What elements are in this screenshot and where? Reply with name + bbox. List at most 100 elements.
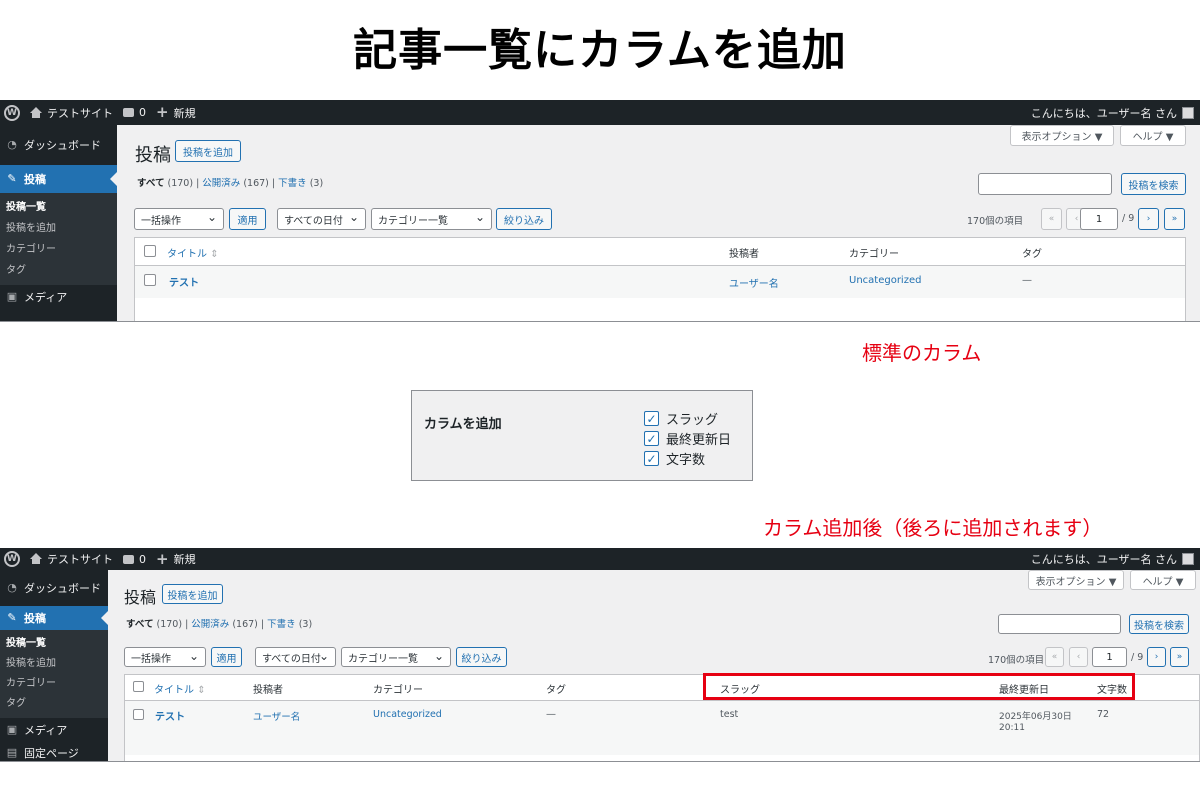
sidebar-item-media[interactable]: ▣ メディア: [0, 285, 117, 309]
dashboard-icon: ◔: [7, 581, 17, 594]
apply-button[interactable]: 適用: [211, 647, 242, 667]
items-count: 170個の項目: [967, 216, 1024, 227]
post-modified-date: 2025年06月30日: [999, 712, 1072, 722]
post-tag: —: [1022, 275, 1032, 286]
date-filter-select[interactable]: すべての日付: [255, 647, 336, 667]
sidebar-item-media[interactable]: ▣ メディア: [0, 718, 108, 742]
post-category-link[interactable]: Uncategorized: [373, 709, 442, 720]
admin-bar: W テストサイト 0 + 新規 こんにちは、ユーザー名 さん: [0, 100, 1200, 125]
screen-title: 投稿: [124, 588, 157, 607]
prev-page-button[interactable]: ‹: [1069, 647, 1088, 667]
last-page-button[interactable]: »: [1170, 647, 1189, 667]
sidebar-item-pages[interactable]: ▤ 固定ページ: [0, 742, 108, 761]
sidebar-subitem-tag[interactable]: タグ: [0, 694, 108, 714]
current-page-input[interactable]: 1: [1092, 647, 1127, 667]
category-filter-select[interactable]: カテゴリー一覧: [341, 647, 451, 667]
admin-sidebar: ◔ ダッシュボード ✎ 投稿 投稿一覧 投稿を追加 カテゴリー タグ ▣ メディア ▤…: [0, 570, 108, 761]
screen-options-button[interactable]: 表示オプション ▼: [1010, 125, 1114, 146]
sidebar-item-posts[interactable]: ✎ 投稿: [0, 165, 117, 193]
sidebar-subitem-add-post[interactable]: 投稿を追加: [0, 654, 108, 674]
comments-link[interactable]: 0: [123, 553, 146, 566]
bulk-action-select[interactable]: 一括操作: [134, 208, 224, 230]
sidebar-subitem-category[interactable]: カテゴリー: [0, 674, 108, 694]
screen-options-button[interactable]: 表示オプション ▼: [1028, 570, 1124, 590]
filter-all[interactable]: すべて: [126, 619, 153, 630]
home-icon: [30, 106, 42, 118]
sidebar-subitem-add-post[interactable]: 投稿を追加: [0, 218, 117, 239]
account-menu[interactable]: こんにちは、ユーザー名 さん: [1031, 551, 1194, 567]
date-filter-select[interactable]: すべての日付: [277, 208, 366, 230]
sidebar-subitem-all-posts[interactable]: 投稿一覧: [0, 634, 108, 654]
apply-button[interactable]: 適用: [229, 208, 266, 230]
standard-columns-caption: 標準のカラム: [862, 341, 982, 365]
first-page-button[interactable]: «: [1045, 647, 1064, 667]
wordpress-logo-icon[interactable]: W: [4, 104, 20, 121]
checked-checkbox-icon[interactable]: ✓: [644, 451, 659, 466]
post-category-link[interactable]: Uncategorized: [849, 275, 921, 286]
column-title[interactable]: タイトル ⇕: [167, 245, 219, 260]
site-name-link[interactable]: テストサイト: [30, 551, 113, 567]
page-icon: ▤: [6, 746, 18, 759]
filter-published[interactable]: 公開済み: [202, 178, 240, 189]
post-title-link[interactable]: テスト: [155, 708, 185, 723]
select-all-checkbox[interactable]: [144, 245, 156, 257]
total-pages: / 9: [1122, 213, 1135, 224]
bulk-action-select[interactable]: 一括操作: [124, 647, 206, 667]
sidebar-subitem-tag[interactable]: タグ: [0, 260, 117, 281]
status-filters: すべて (170) | 公開済み (167) | 下書き (3): [137, 178, 324, 189]
filter-button[interactable]: 絞り込み: [456, 647, 507, 667]
site-name-link[interactable]: テストサイト: [30, 105, 113, 121]
column-author: 投稿者: [729, 249, 759, 260]
table-row: テスト ユーザー名 Uncategorized — test 2025年06月3…: [125, 701, 1199, 755]
post-title-link[interactable]: テスト: [169, 274, 199, 289]
filter-all[interactable]: すべて: [137, 178, 164, 189]
checked-checkbox-icon[interactable]: ✓: [644, 431, 659, 446]
post-author-link[interactable]: ユーザー名: [253, 709, 300, 723]
checked-checkbox-icon[interactable]: ✓: [644, 411, 659, 426]
add-columns-title: カラムを追加: [424, 417, 502, 432]
next-page-button[interactable]: ›: [1138, 208, 1159, 230]
current-page-input[interactable]: 1: [1080, 208, 1118, 230]
add-post-button[interactable]: 投稿を追加: [162, 584, 223, 604]
new-content-link[interactable]: + 新規: [156, 551, 196, 567]
filter-draft[interactable]: 下書き: [267, 619, 296, 630]
post-author-link[interactable]: ユーザー名: [729, 275, 779, 290]
sidebar-item-dashboard[interactable]: ◔ ダッシュボード: [0, 125, 117, 165]
search-posts-button[interactable]: 投稿を検索: [1121, 173, 1186, 195]
sidebar-subitem-all-posts[interactable]: 投稿一覧: [0, 197, 117, 218]
last-page-button[interactable]: »: [1164, 208, 1185, 230]
search-input[interactable]: [978, 173, 1112, 195]
column-title[interactable]: タイトル ⇕: [154, 681, 206, 696]
search-input[interactable]: [998, 614, 1121, 634]
row-checkbox[interactable]: [144, 274, 156, 286]
account-menu[interactable]: こんにちは、ユーザー名 さん: [1031, 105, 1194, 121]
comments-link[interactable]: 0: [123, 106, 146, 119]
admin-bar: W テストサイト 0 + 新規 こんにちは、ユーザー名 さん: [0, 548, 1200, 570]
sidebar-item-dashboard[interactable]: ◔ ダッシュボード: [0, 570, 108, 606]
posts-screen: 表示オプション ▼ ヘルプ ▼ 投稿 投稿を追加 すべて (170) | 公開済…: [117, 125, 1200, 321]
next-page-button[interactable]: ›: [1147, 647, 1166, 667]
first-page-button[interactable]: «: [1041, 208, 1062, 230]
option-slug[interactable]: ✓ スラッグ: [644, 409, 718, 428]
plus-icon: +: [156, 549, 169, 568]
new-content-link[interactable]: + 新規: [156, 105, 196, 121]
help-button[interactable]: ヘルプ ▼: [1130, 570, 1196, 590]
category-filter-select[interactable]: カテゴリー一覧: [371, 208, 492, 230]
sidebar-item-posts[interactable]: ✎ 投稿: [0, 606, 108, 630]
help-button[interactable]: ヘルプ ▼: [1120, 125, 1186, 146]
filter-draft[interactable]: 下書き: [278, 178, 307, 189]
filter-published[interactable]: 公開済み: [191, 619, 229, 630]
filter-button[interactable]: 絞り込み: [496, 208, 552, 230]
select-all-checkbox[interactable]: [133, 681, 144, 692]
option-word-count[interactable]: ✓ 文字数: [644, 449, 705, 468]
screen-title: 投稿: [135, 145, 171, 166]
search-posts-button[interactable]: 投稿を検索: [1129, 614, 1189, 634]
wordpress-logo-icon[interactable]: W: [4, 551, 20, 567]
row-checkbox[interactable]: [133, 709, 144, 720]
add-post-button[interactable]: 投稿を追加: [175, 140, 241, 162]
option-modified-date[interactable]: ✓ 最終更新日: [644, 429, 731, 448]
sidebar-subitem-category[interactable]: カテゴリー: [0, 239, 117, 260]
sort-icon: ⇕: [210, 249, 219, 260]
post-tag: —: [546, 709, 556, 720]
after-columns-caption: カラム追加後（後ろに追加されます）: [763, 516, 1103, 540]
